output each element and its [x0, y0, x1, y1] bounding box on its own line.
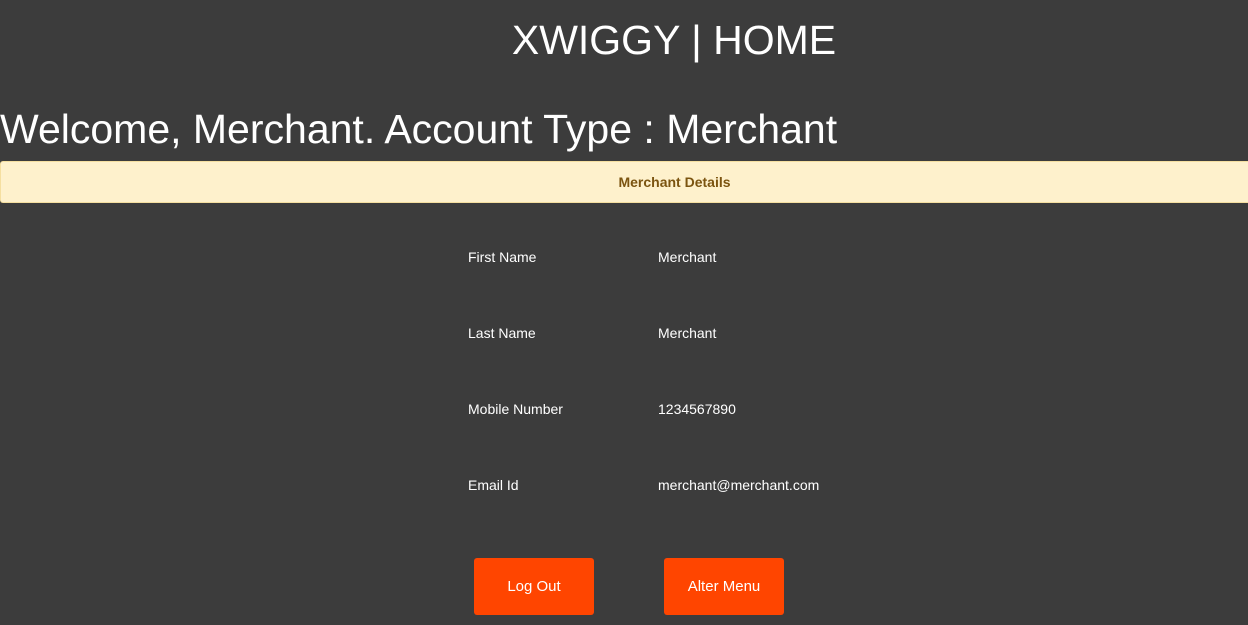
- last-name-value: Merchant: [658, 325, 717, 341]
- email-id-label: Email Id: [468, 477, 519, 493]
- mobile-number-label: Mobile Number: [468, 401, 563, 417]
- app-title: XWIGGY | HOME: [511, 17, 837, 63]
- detail-row-first-name: First Name Merchant: [468, 237, 716, 277]
- email-id-value: merchant@merchant.com: [658, 477, 820, 493]
- detail-row-last-name: Last Name Merchant: [468, 313, 716, 353]
- first-name-label: First Name: [468, 249, 537, 265]
- detail-row-mobile-number: Mobile Number 1234567890: [468, 389, 736, 429]
- alter-menu-button[interactable]: Alter Menu: [664, 558, 784, 615]
- welcome-heading: Welcome, Merchant. Account Type : Mercha…: [0, 106, 838, 152]
- first-name-value: Merchant: [658, 249, 717, 265]
- log-out-button[interactable]: Log Out: [474, 558, 594, 615]
- merchant-details-label: Merchant Details: [618, 174, 731, 190]
- merchant-details-banner: Merchant Details: [0, 161, 1248, 203]
- mobile-number-value: 1234567890: [658, 401, 736, 417]
- detail-row-email-id: Email Id merchant@merchant.com: [468, 465, 819, 505]
- last-name-label: Last Name: [468, 325, 536, 341]
- page: XWIGGY | HOME Welcome, Merchant. Account…: [0, 0, 1248, 625]
